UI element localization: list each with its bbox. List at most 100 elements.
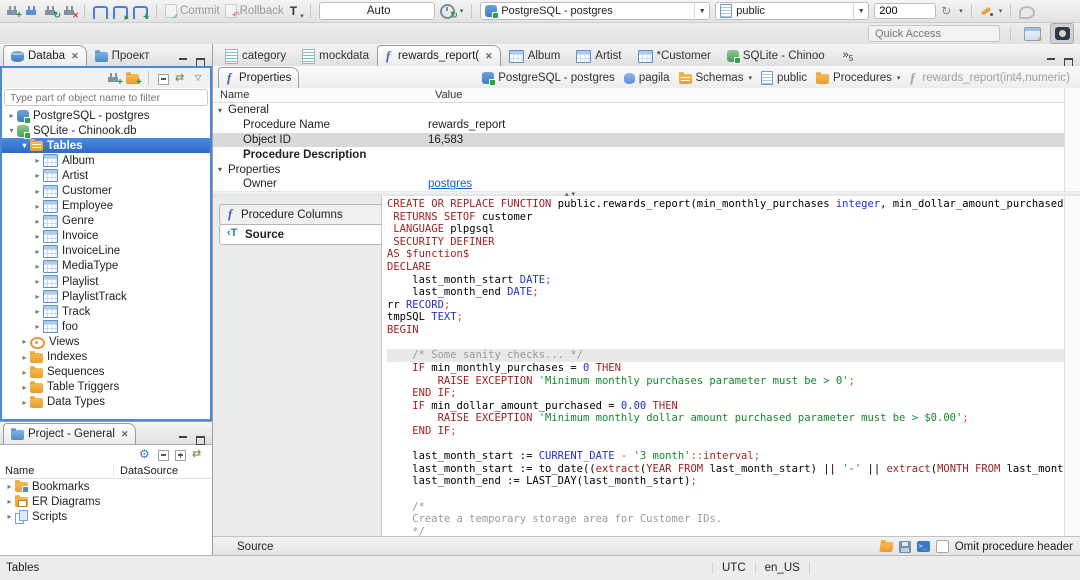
twistie-icon[interactable]: ▸ [32, 232, 43, 241]
scrollbar[interactable] [1064, 88, 1080, 191]
new-project-folder-icon[interactable] [126, 71, 142, 88]
twistie-icon[interactable]: ▸ [19, 398, 30, 407]
transaction-log-icon[interactable] [289, 4, 304, 20]
prop-row-procedure-name[interactable]: Procedure Name rewards_report [213, 118, 1080, 133]
commit-button[interactable]: Commit [165, 4, 220, 21]
tree-item-track[interactable]: ▸ Track [2, 304, 210, 319]
prop-value[interactable]: postgres [428, 178, 1080, 190]
prop-row-owner[interactable]: Owner postgres [213, 177, 1080, 192]
twistie-icon[interactable]: ▾ [6, 126, 17, 135]
open-in-sql-console-icon[interactable] [916, 541, 930, 552]
twistie-icon[interactable]: ▸ [32, 247, 43, 256]
twistie-icon[interactable]: ▸ [4, 482, 15, 491]
brush-icon[interactable] [980, 5, 994, 17]
omit-procedure-header-checkbox[interactable] [935, 540, 949, 553]
twistie-icon[interactable]: ▸ [19, 337, 30, 346]
minimize-icon[interactable] [178, 57, 188, 66]
view-menu-icon[interactable] [195, 73, 205, 83]
tree-item-postgresql-postgres[interactable]: ▸ PostgreSQL - postgres [2, 108, 210, 124]
new-connection-icon[interactable] [106, 72, 123, 88]
maximize-icon[interactable] [195, 435, 205, 445]
tree-item-table-triggers[interactable]: ▸ Table Triggers [2, 380, 210, 395]
prop-row-general[interactable]: ▾ General [213, 103, 1080, 118]
tree-item-data-types[interactable]: ▸ Data Types [2, 395, 210, 410]
grid-value-header[interactable]: Value [435, 89, 462, 101]
dbeaver-perspective-button[interactable] [1050, 23, 1074, 44]
twistie-icon[interactable]: ▾ [218, 106, 228, 115]
chevron-down-icon[interactable]: ▾ [897, 74, 901, 82]
timezone-indicator[interactable]: UTC [712, 562, 755, 574]
twistie-icon[interactable]: ▸ [4, 512, 15, 521]
minimize-icon[interactable] [178, 435, 188, 444]
save-to-file-icon[interactable] [898, 540, 911, 553]
tab-sqlite-chinoo[interactable]: SQLite - Chinoo [719, 45, 833, 66]
breadcrumb-item-schemas[interactable]: Schemas ▾ [678, 71, 752, 84]
tab-проект[interactable]: Проект [87, 45, 158, 66]
prop-row-procedure-description[interactable]: Procedure Description [213, 147, 1080, 162]
datasource-column-header[interactable]: DataSource [114, 465, 178, 477]
prop-row-object-id[interactable]: Object ID 16,583 [213, 132, 1080, 148]
prop-row-properties[interactable]: ▾ Properties [213, 162, 1080, 177]
connect-icon[interactable] [24, 5, 38, 17]
tab-project-general[interactable]: Project - General ✕ [3, 423, 137, 444]
breadcrumb-item-public[interactable]: public [760, 71, 807, 85]
tree-item-mediatype[interactable]: ▸ MediaType [2, 259, 210, 274]
tab-category[interactable]: category [217, 45, 294, 66]
tree-item-foo[interactable]: ▸ foo [2, 319, 210, 334]
tree-item-customer[interactable]: ▸ Customer [2, 183, 210, 198]
tree-item-playlisttrack[interactable]: ▸ PlaylistTrack [2, 289, 210, 304]
locale-indicator[interactable]: en_US [754, 562, 810, 574]
txn-mode-select[interactable]: Auto [318, 2, 435, 20]
close-icon[interactable]: ✕ [71, 51, 79, 62]
gear-icon[interactable] [139, 447, 152, 461]
tab-album[interactable]: Album [501, 45, 569, 66]
subtab-source[interactable]: Source [219, 224, 381, 245]
tab-customer[interactable]: *Customer [630, 45, 719, 66]
breadcrumb-item-procedures[interactable]: Procedures ▾ [816, 71, 901, 84]
twistie-icon[interactable]: ▸ [32, 262, 43, 271]
quick-access-input[interactable] [868, 25, 1000, 42]
close-icon[interactable]: ✕ [485, 51, 493, 62]
tree-item-invoice[interactable]: ▸ Invoice [2, 229, 210, 244]
reconnect-icon[interactable] [43, 5, 61, 21]
twistie-icon[interactable]: ▸ [6, 111, 17, 120]
open-perspective-button[interactable] [1021, 24, 1043, 44]
tab-properties[interactable]: Properties [218, 67, 300, 88]
chevron-down-icon[interactable]: ▾ [999, 7, 1003, 15]
tree-item-indexes[interactable]: ▸ Indexes [2, 350, 210, 365]
tab-databa[interactable]: Databa ✕ [3, 45, 87, 66]
collapse-all-icon[interactable] [158, 449, 169, 461]
object-filter-input[interactable] [4, 89, 208, 106]
load-from-file-icon[interactable] [879, 542, 894, 552]
sql-history-icon[interactable] [439, 3, 458, 21]
expand-all-icon[interactable] [175, 449, 186, 461]
tree-item-er-diagrams[interactable]: ▸ ER Diagrams [0, 494, 212, 509]
tab-mockdata[interactable]: mockdata [294, 45, 377, 66]
tree-item-sqlite-chinook-db[interactable]: ▾ SQLite - Chinook.db [2, 123, 210, 139]
twistie-icon[interactable]: ▸ [32, 156, 43, 165]
twistie-icon[interactable]: ▸ [19, 368, 30, 377]
chevron-down-icon[interactable]: ▾ [460, 7, 464, 15]
twistie-icon[interactable]: ▸ [4, 497, 15, 506]
twistie-icon[interactable]: ▸ [32, 277, 43, 286]
minimize-icon[interactable] [1046, 57, 1056, 66]
tree-item-album[interactable]: ▸ Album [2, 153, 210, 168]
chevron-down-icon[interactable]: ▾ [748, 74, 752, 82]
subtab-procedure-columns[interactable]: Procedure Columns [219, 204, 381, 225]
tree-item-invoiceline[interactable]: ▸ InvoiceLine [2, 244, 210, 259]
tab-overflow-indicator[interactable]: »5 [843, 49, 854, 66]
tree-item-artist[interactable]: ▸ Artist [2, 168, 210, 183]
tab-rewards-report[interactable]: rewards_report(✕ [376, 45, 501, 66]
maximize-icon[interactable] [1063, 57, 1073, 67]
breadcrumb-item-postgresql-postgres[interactable]: PostgreSQL - postgres [482, 72, 615, 86]
connection-select[interactable]: PostgreSQL - postgres ▼ [480, 2, 711, 20]
chevron-down-icon[interactable]: ▾ [959, 7, 963, 15]
twistie-icon[interactable]: ▸ [32, 217, 43, 226]
rollback-button[interactable]: Rollback [224, 4, 284, 21]
twistie-icon[interactable]: ▸ [32, 307, 43, 316]
fetch-size-input[interactable] [874, 3, 937, 19]
grid-name-header[interactable]: Name [213, 89, 435, 101]
twistie-icon[interactable]: ▸ [19, 353, 30, 362]
tree-item-views[interactable]: ▸ Views [2, 334, 210, 349]
tree-item-scripts[interactable]: ▸ Scripts [0, 509, 212, 525]
